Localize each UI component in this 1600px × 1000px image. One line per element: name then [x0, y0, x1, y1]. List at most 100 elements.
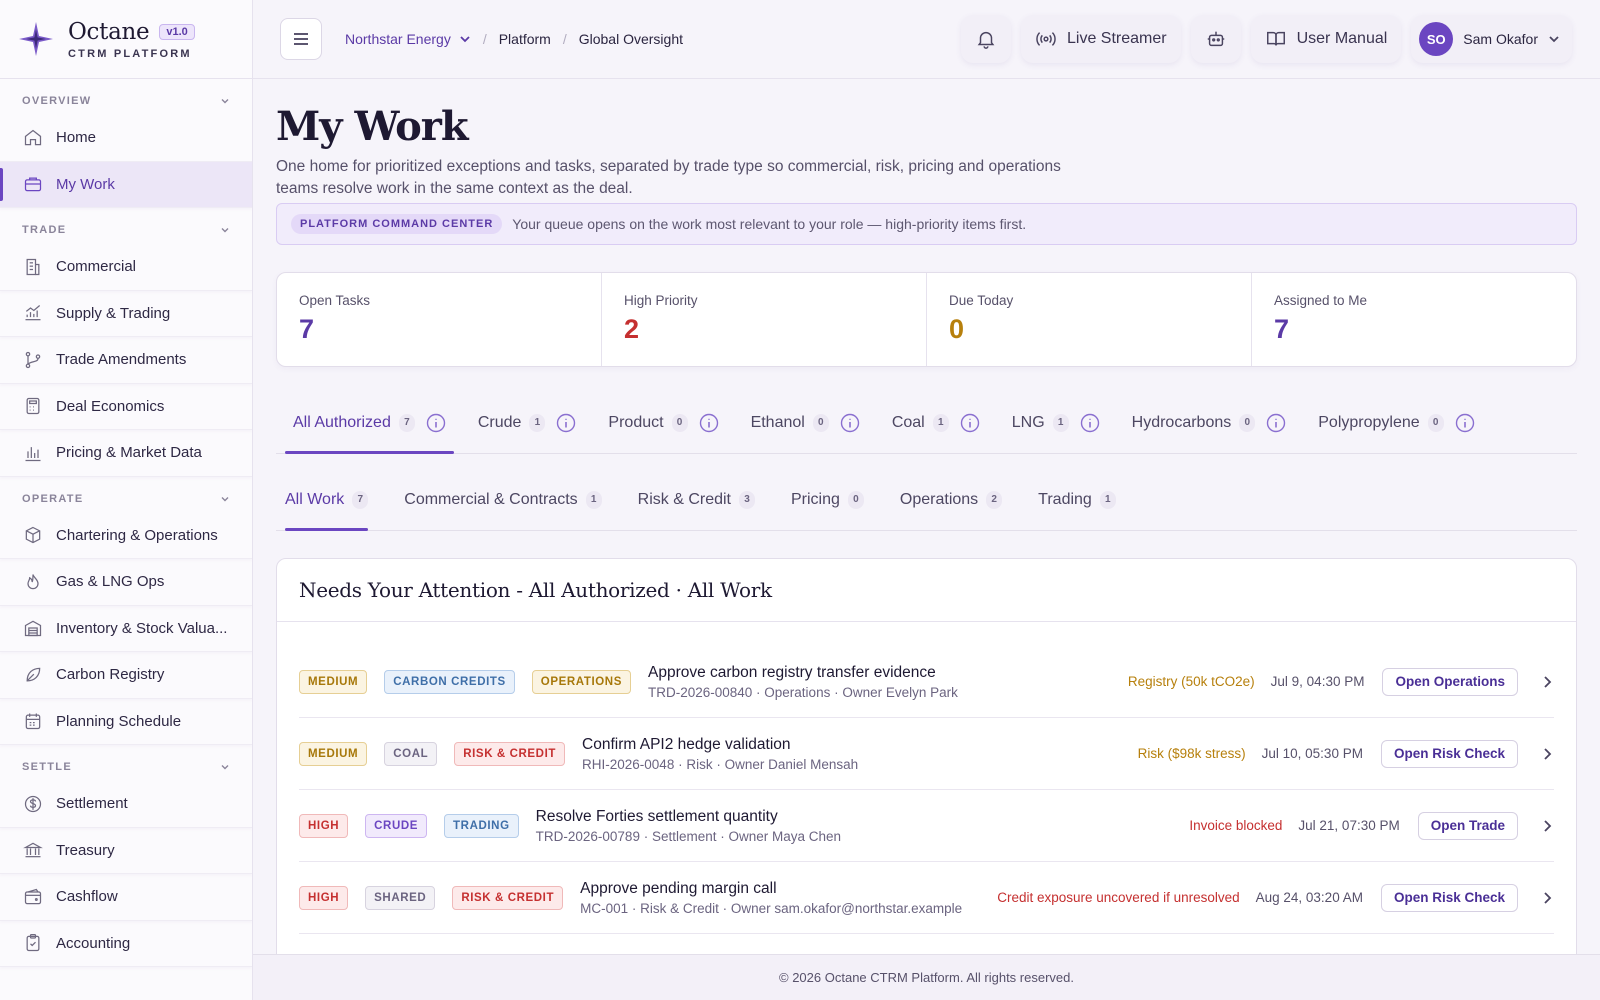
user-menu[interactable]: SO Sam Okafor [1411, 15, 1572, 63]
assistant-button[interactable] [1190, 15, 1241, 63]
info-icon[interactable] [1455, 413, 1475, 433]
sidebar-item-label: Settlement [56, 795, 128, 813]
chevron-down-icon [221, 228, 229, 233]
tab-label: Product [608, 413, 664, 431]
info-icon[interactable] [960, 413, 980, 433]
org-name: Northstar Energy [345, 31, 451, 47]
task-title: Resolve Forties settlement quantity [535, 807, 778, 825]
tab-crude[interactable]: Crude 1 [470, 392, 585, 453]
sidebar-item-inventory-stock-valua[interactable]: Inventory & Stock Valua... [0, 606, 252, 652]
tab-all-authorized[interactable]: All Authorized 7 [285, 392, 454, 454]
breadcrumb-platform[interactable]: Platform [499, 31, 551, 47]
sidebar-item-gas-lng-ops[interactable]: Gas & LNG Ops [0, 559, 252, 606]
task-info: Approve pending margin call MC-001 · Risk… [580, 880, 962, 916]
sidebar-item-pricing-market-data[interactable]: Pricing & Market Data [0, 430, 252, 477]
work-category-tabs: All Work 7 Commercial & Contracts 1 Risk & C… [276, 469, 1577, 531]
stat-assigned-to-me[interactable]: Assigned to Me 7 [1252, 273, 1576, 366]
calendar-icon [25, 713, 41, 730]
open-task-button[interactable]: Open Trade [1417, 811, 1518, 840]
clipboard-icon [26, 934, 40, 952]
info-icon[interactable] [1266, 413, 1286, 433]
user-manual-button[interactable]: User Manual [1250, 15, 1402, 63]
task-info: Resolve Forties settlement quantity TRD-2… [536, 808, 841, 844]
sidebar-item-label: Commercial [56, 258, 137, 276]
info-icon[interactable] [699, 413, 719, 433]
org-switcher[interactable]: Northstar Energy [345, 31, 471, 47]
tab-pricing[interactable]: Pricing 0 [791, 469, 864, 530]
task-row[interactable]: MEDIUM CARBON CREDITS OPERATIONS Approve ca… [299, 646, 1554, 718]
chart-trend-icon [25, 305, 41, 321]
chevron-right-icon[interactable] [1540, 819, 1554, 833]
tab-label: Crude [477, 413, 522, 431]
sidebar-item-label: Deal Economics [56, 397, 165, 415]
tab-count-badge: 1 [529, 413, 546, 432]
tab-ethanol[interactable]: Ethanol 0 [743, 392, 868, 453]
task-row[interactable]: MEDIUM COAL RISK & CREDIT Confirm API2 hedg… [299, 718, 1554, 790]
task-status: Credit exposure uncovered if unresolved [997, 890, 1240, 905]
sidebar-item-chartering-operations[interactable]: Chartering & Operations [0, 513, 252, 559]
nav-section-trade[interactable]: TRADE [0, 216, 252, 244]
chevron-down-icon [221, 496, 229, 501]
task-meta: TRD-2026-00840 · Operations · Owner Evel… [647, 684, 958, 700]
sidebar-item-accounting[interactable]: Accounting [0, 921, 252, 967]
dollar-icon [24, 795, 42, 812]
sidebar-item-supply-trading[interactable]: Supply & Trading [0, 291, 252, 337]
tab-trading[interactable]: Trading 1 [1038, 469, 1116, 530]
brand-name: Octane [68, 18, 150, 45]
tab-commercial-contracts[interactable]: Commercial & Contracts 1 [404, 469, 602, 530]
nav-section-operate[interactable]: OPERATE [0, 485, 252, 513]
tab-hydrocarbons[interactable]: Hydrocarbons 0 [1124, 392, 1295, 453]
brand[interactable]: Octane v1.0 CTRM PLATFORM [0, 0, 252, 79]
sidebar-item-commercial[interactable]: Commercial [0, 244, 252, 291]
sidebar-item-home[interactable]: Home [0, 115, 252, 162]
tab-coal[interactable]: Coal 1 [884, 392, 988, 453]
sidebar-item-deal-economics[interactable]: Deal Economics [0, 384, 252, 430]
brand-subtitle: CTRM PLATFORM [68, 47, 192, 60]
sidebar-item-trade-amendments[interactable]: Trade Amendments [0, 337, 252, 384]
task-row[interactable]: HIGH CRUDE TRADING Resolve Forties settleme… [299, 790, 1554, 862]
stat-value: 2 [624, 314, 640, 344]
tab-all-work[interactable]: All Work 7 [285, 469, 369, 531]
open-task-button[interactable]: Open Risk Check [1380, 739, 1518, 768]
live-streamer-button[interactable]: Live Streamer [1021, 15, 1181, 63]
info-icon[interactable] [840, 413, 860, 433]
notifications-button[interactable] [961, 15, 1011, 63]
stat-open-tasks[interactable]: Open Tasks 7 [277, 273, 602, 366]
menu-toggle-button[interactable] [280, 18, 322, 60]
sidebar-item-treasury[interactable]: Treasury [0, 828, 252, 874]
task-title: Confirm API2 hedge validation [582, 735, 791, 753]
sidebar-item-carbon-registry[interactable]: Carbon Registry [0, 652, 252, 699]
bell-icon [977, 31, 995, 49]
stat-due-today[interactable]: Due Today 0 [927, 273, 1252, 366]
sidebar: Octane v1.0 CTRM PLATFORM OVERVIEW Home My… [0, 0, 253, 1000]
tab-lng[interactable]: LNG 1 [1004, 392, 1108, 453]
info-icon[interactable] [556, 413, 576, 433]
tab-label: Polypropylene [1318, 413, 1420, 431]
trade-type-tabs: All Authorized 7 Crude 1 Product 0 Ethanol 0 Coa… [276, 392, 1577, 454]
tab-operations[interactable]: Operations 2 [900, 469, 1003, 530]
tab-product[interactable]: Product 0 [600, 392, 726, 453]
sidebar-item-label: Home [56, 129, 97, 147]
tab-label: Ethanol [750, 413, 805, 431]
open-task-button[interactable]: Open Risk Check [1380, 883, 1518, 912]
stat-high-priority[interactable]: High Priority 2 [602, 273, 927, 366]
sidebar-item-my-work[interactable]: My Work [0, 161, 252, 208]
sidebar-item-cashflow[interactable]: Cashflow [0, 874, 252, 921]
task-row[interactable]: HIGH SHARED RISK & CREDIT Approve pending m… [299, 862, 1554, 934]
info-icon[interactable] [1080, 413, 1100, 433]
tab-risk-credit[interactable]: Risk & Credit 3 [638, 469, 755, 530]
sidebar-item-planning-schedule[interactable]: Planning Schedule [0, 699, 252, 745]
tab-count-badge: 0 [1239, 413, 1256, 432]
task-actions: Risk ($98k stress) Jul 10, 05:30 PM Open R… [1138, 739, 1554, 768]
task-row[interactable]: Verify new settlement instruction [299, 934, 1554, 954]
chevron-right-icon[interactable] [1540, 747, 1554, 761]
tab-polypropylene[interactable]: Polypropylene 0 [1310, 392, 1482, 453]
chevron-right-icon[interactable] [1540, 891, 1554, 905]
nav-section-overview[interactable]: OVERVIEW [0, 87, 252, 115]
chevron-right-icon[interactable] [1540, 675, 1554, 689]
sidebar-item-settlement[interactable]: Settlement [0, 781, 252, 828]
nav-section-settle[interactable]: SETTLE [0, 753, 252, 781]
sidebar-item-label: Trade Amendments [56, 351, 187, 369]
open-task-button[interactable]: Open Operations [1382, 667, 1518, 696]
info-icon[interactable] [426, 413, 446, 433]
